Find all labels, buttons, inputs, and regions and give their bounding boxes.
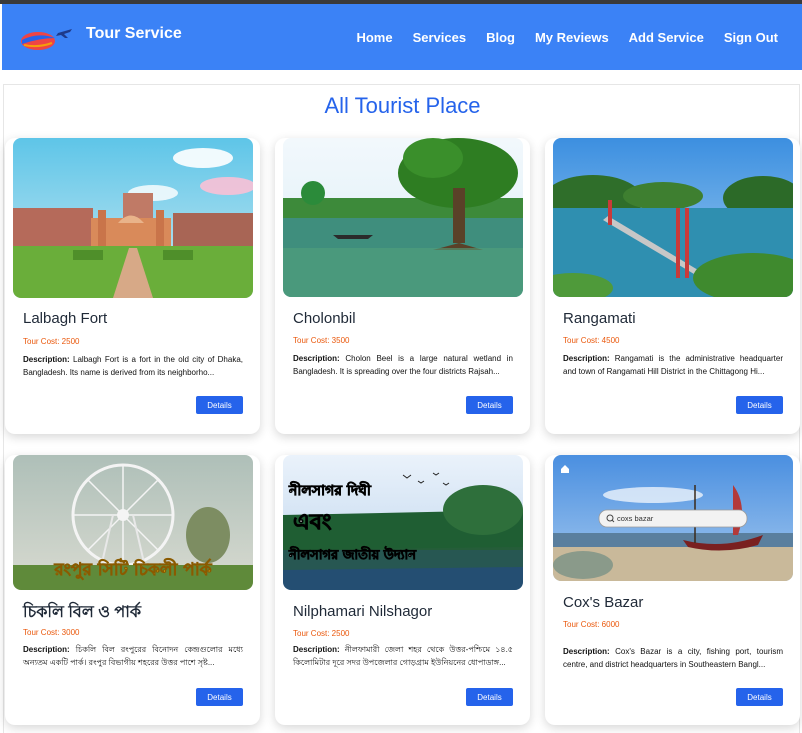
description-label: Description: <box>293 645 340 654</box>
card-description: Description: Cox's Bazar is a city, fish… <box>563 646 783 671</box>
service-card: নীলসাগর দিঘী এবং নীলসাগর জাতীয় উদ্যান N… <box>275 455 530 725</box>
card-description: Description: নীলফামারী জেলা শহর থেকে উত্… <box>293 644 513 669</box>
card-description: Description: Lalbagh Fort is a fort in t… <box>23 354 243 379</box>
card-image-caption: coxs bazar <box>617 514 654 523</box>
card-cost: Tour Cost: 3000 <box>23 628 80 637</box>
nav-my-reviews[interactable]: My Reviews <box>535 30 609 45</box>
card-description: Description: চিকলি বিল রংপুরের বিনোদন কে… <box>23 644 243 669</box>
main-content: All Tourist Place Lalbagh Fort Tour Cost… <box>3 84 800 733</box>
service-card: Lalbagh Fort Tour Cost: 2500 Description… <box>5 138 260 434</box>
card-image: রংপুর সিটি চিকলী পার্ক <box>13 455 253 590</box>
card-title: Nilphamari Nilshagor <box>293 603 433 620</box>
card-title: চিকলি বিল ও পার্ক <box>23 604 142 621</box>
description-label: Description: <box>563 354 610 363</box>
page-title: All Tourist Place <box>324 93 481 118</box>
details-button[interactable]: Details <box>466 688 513 706</box>
service-card: Cholonbil Tour Cost: 3500 Description: C… <box>275 138 530 434</box>
card-title: Lalbagh Fort <box>23 310 108 327</box>
description-label: Description: <box>23 645 70 654</box>
nav-home[interactable]: Home <box>356 30 392 45</box>
plane-logo-icon[interactable] <box>18 24 76 54</box>
card-image-caption: নীলসাগর জাতীয় উদ্যান <box>288 546 417 563</box>
card-cost: Tour Cost: 3500 <box>293 336 350 345</box>
details-button[interactable]: Details <box>736 688 783 706</box>
nav-services[interactable]: Services <box>413 30 467 45</box>
card-image <box>283 138 523 297</box>
description-label: Description: <box>563 647 610 656</box>
description-label: Description: <box>293 354 340 363</box>
card-cost: Tour Cost: 4500 <box>563 336 620 345</box>
service-card: রংপুর সিটি চিকলী পার্ক চিকলি বিল ও পার্ক… <box>5 455 260 725</box>
card-description: Description: Cholon Beel is a large natu… <box>293 353 513 378</box>
brand-name[interactable]: Tour Service <box>86 25 182 43</box>
card-image: coxs bazar <box>553 455 793 581</box>
nav-blog[interactable]: Blog <box>486 30 515 45</box>
details-button[interactable]: Details <box>736 396 783 414</box>
card-cost: Tour Cost: 2500 <box>293 629 350 638</box>
nav-add-service[interactable]: Add Service <box>629 30 704 45</box>
description-label: Description: <box>23 355 70 364</box>
card-image: নীলসাগর দিঘী এবং নীলসাগর জাতীয় উদ্যান <box>283 455 523 590</box>
card-cost: Tour Cost: 2500 <box>23 337 80 346</box>
details-button[interactable]: Details <box>466 396 513 414</box>
card-title: Cox's Bazar <box>563 594 644 611</box>
service-card: coxs bazar Cox's Bazar Tour Cost: 6000 D… <box>545 455 800 725</box>
card-image-caption: নীলসাগর দিঘী <box>288 481 372 499</box>
card-title: Rangamati <box>563 310 636 327</box>
card-image <box>13 138 253 298</box>
card-image <box>553 138 793 297</box>
details-button[interactable]: Details <box>196 688 243 706</box>
details-button[interactable]: Details <box>196 396 243 414</box>
card-cost: Tour Cost: 6000 <box>563 620 620 629</box>
service-card: Rangamati Tour Cost: 4500 Description: R… <box>545 138 800 434</box>
card-description: Description: Rangamati is the administra… <box>563 353 783 378</box>
card-title: Cholonbil <box>293 310 356 327</box>
navbar: Tour Service Home Services Blog My Revie… <box>2 4 802 70</box>
nav-sign-out[interactable]: Sign Out <box>724 30 778 45</box>
card-image-caption: রংপুর সিটি চিকলী পার্ক <box>53 558 212 580</box>
main-nav: Home Services Blog My Reviews Add Servic… <box>356 30 778 45</box>
card-image-caption: এবং <box>293 510 332 535</box>
